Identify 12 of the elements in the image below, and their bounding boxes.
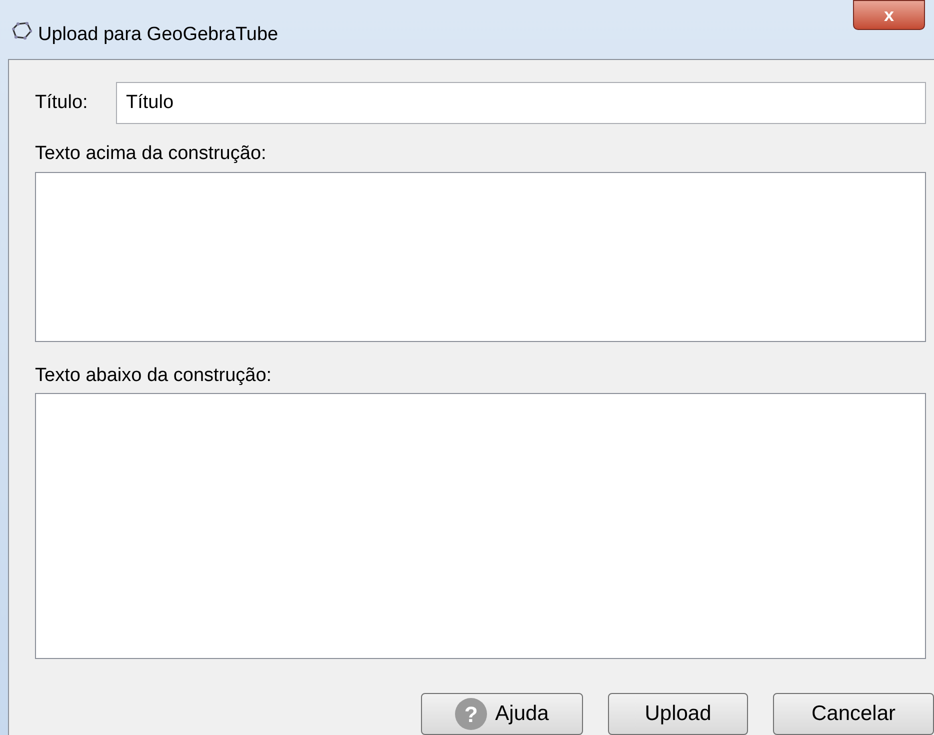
field-label: Texto acima da construção:: [35, 142, 268, 166]
field-label: Texto abaixo da construção:: [35, 364, 273, 388]
app-icon: [12, 22, 32, 40]
field-label: Título:: [35, 90, 89, 115]
dialog-button[interactable]: Upload: [608, 693, 748, 735]
text-area[interactable]: [35, 172, 926, 342]
title-field[interactable]: Título: [116, 82, 926, 124]
dialog-button[interactable]: Cancelar: [773, 693, 934, 735]
window-title: Upload para GeoGebraTube: [38, 23, 278, 47]
help-button[interactable]: ? Ajuda: [421, 693, 583, 735]
text-area[interactable]: [35, 393, 926, 659]
help-icon: ?: [455, 698, 488, 730]
